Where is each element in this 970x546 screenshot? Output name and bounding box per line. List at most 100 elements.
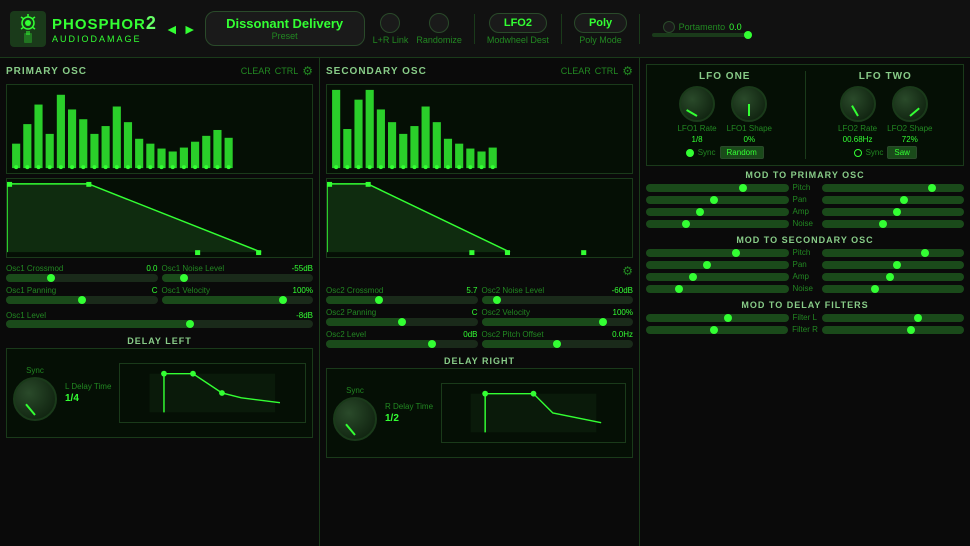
- lfo-two-knobs: LFO2 Rate 00.68Hz LFO2 Shape 72%: [814, 86, 958, 144]
- mod-primary-pan-left-slider[interactable]: [646, 196, 789, 204]
- primary-sliders: Osc1 Crossmod 0.0 Osc1 Noise Level -55dB: [6, 264, 313, 304]
- osc1-noise-thumb: [180, 274, 188, 282]
- mod-primary-title: MOD TO PRIMARY OSC: [646, 170, 964, 180]
- osc1-level-thumb: [186, 320, 194, 328]
- primary-clear-button[interactable]: CLEAR: [241, 66, 271, 76]
- lr-link-button[interactable]: [380, 13, 400, 33]
- secondary-settings-row: ⚙: [326, 264, 633, 278]
- mod-primary-noise-left-slider[interactable]: [646, 220, 789, 228]
- delay-left-svg: [120, 364, 305, 422]
- secondary-osc-svg: [327, 85, 632, 173]
- delay-right-sync-label: Sync: [346, 386, 364, 395]
- mod-secondary-pan-left-slider[interactable]: [646, 261, 789, 269]
- lfo1-sync-dot[interactable]: [686, 149, 694, 157]
- lfo2-shape-indicator: [909, 108, 919, 117]
- lfo2-shape-value: 72%: [902, 135, 918, 144]
- lr-link-control: L+R Link: [373, 13, 409, 45]
- delay-left-time-value: 1/4: [65, 393, 111, 404]
- lfo-one-knobs: LFO1 Rate 1/8 LFO1 Shape 0%: [653, 86, 797, 144]
- lfo2-rate-knob[interactable]: [840, 86, 876, 122]
- mod-primary-pan-row: Pan: [646, 195, 964, 204]
- delay-left-display: Sync L Delay Time 1/4: [6, 348, 313, 438]
- osc1-velocity-thumb: [279, 296, 287, 304]
- version-label: 2: [146, 13, 157, 33]
- lfo2-shape-knob[interactable]: [892, 86, 928, 122]
- secondary-sliders: Osc2 Crossmod 5.7 Osc2 Noise Level -60dB: [326, 286, 633, 348]
- osc1-panning-slider[interactable]: [6, 296, 158, 304]
- portamento-slider[interactable]: [652, 33, 752, 37]
- osc2-noise-slider[interactable]: [482, 296, 634, 304]
- lfo1-shape-value: 0%: [744, 135, 756, 144]
- mod-secondary-title: MOD TO SECONDARY OSC: [646, 235, 964, 245]
- osc2-pitch-offset-slider[interactable]: [482, 340, 634, 348]
- randomize-control: Randomize: [416, 13, 462, 45]
- mod-delay-filterr-left-slider[interactable]: [646, 326, 788, 334]
- lfo1-shape-group: LFO1 Shape 0%: [727, 86, 772, 144]
- secondary-settings-icon-2[interactable]: ⚙: [622, 264, 633, 278]
- mod-delay-filterl-row: Filter L: [646, 313, 964, 322]
- lfo2-shape-label: LFO2 Shape: [887, 124, 932, 133]
- randomize-button[interactable]: [429, 13, 449, 33]
- mod-primary-amp-right-slider[interactable]: [822, 208, 965, 216]
- mod-primary-pitch-left-slider[interactable]: [646, 184, 789, 192]
- osc1-level-label: Osc1 Level -8dB: [6, 311, 313, 320]
- mod-delay-section: MOD TO DELAY FILTERS Filter L Filter R: [646, 300, 964, 337]
- osc1-velocity-label: Osc1 Velocity 100%: [162, 286, 314, 295]
- separator-3: [639, 14, 640, 44]
- secondary-clear-button[interactable]: CLEAR: [561, 66, 591, 76]
- delay-right-knob[interactable]: [333, 397, 377, 441]
- delay-right-title: DELAY RIGHT: [326, 356, 633, 366]
- mod-secondary-pan-right-slider[interactable]: [822, 261, 965, 269]
- osc2-panning-slider[interactable]: [326, 318, 478, 326]
- lfo-two-group: LFO TWO LFO2 Rate 00.68Hz LFO2 Shape: [814, 71, 958, 159]
- mod-primary-amp-row: Amp: [646, 207, 964, 216]
- mod-primary-pan-right-slider[interactable]: [822, 196, 965, 204]
- secondary-settings-icon[interactable]: ⚙: [622, 64, 633, 78]
- portamento-toggle[interactable]: [663, 21, 675, 33]
- osc2-level-slider[interactable]: [326, 340, 478, 348]
- main-content: PRIMARY OSC CLEAR CTRL ⚙: [0, 58, 970, 546]
- nav-prev-button[interactable]: ◄: [165, 21, 179, 37]
- mod-secondary-amp-right-slider[interactable]: [822, 273, 965, 281]
- mod-primary-section: MOD TO PRIMARY OSC Pitch Pan: [646, 170, 964, 231]
- delay-right-graph: [441, 383, 626, 443]
- lfo2-dest-box[interactable]: LFO2: [489, 13, 547, 33]
- mod-primary-amp-left-slider[interactable]: [646, 208, 789, 216]
- mod-secondary-noise-left-slider[interactable]: [646, 285, 789, 293]
- lfo1-shape-knob[interactable]: [731, 86, 767, 122]
- mod-secondary-pitch-left-slider[interactable]: [646, 249, 789, 257]
- mod-delay-filterr-right-slider[interactable]: [822, 326, 964, 334]
- osc2-crossmod-slider[interactable]: [326, 296, 478, 304]
- osc1-noise-slider[interactable]: [162, 274, 314, 282]
- secondary-ctrl-button[interactable]: CTRL: [595, 66, 619, 76]
- lfo1-rate-knob[interactable]: [679, 86, 715, 122]
- lfo2-wave-button[interactable]: Saw: [887, 146, 917, 159]
- preset-box[interactable]: Dissonant Delivery Preset: [205, 11, 365, 46]
- delay-left-knob[interactable]: [13, 377, 57, 421]
- mod-delay-filterl-right-slider[interactable]: [822, 314, 965, 322]
- lfo2-rate-label: LFO2 Rate: [838, 124, 877, 133]
- osc2-velocity-slider[interactable]: [482, 318, 634, 326]
- osc1-velocity-slider[interactable]: [162, 296, 314, 304]
- mod-secondary-noise-right-slider[interactable]: [822, 285, 965, 293]
- lfo2-dest-value: LFO2: [504, 17, 532, 29]
- osc1-level-slider[interactable]: [6, 320, 313, 328]
- mod-delay-filterl-left-slider[interactable]: [646, 314, 789, 322]
- mod-secondary-amp-left-slider[interactable]: [646, 273, 789, 281]
- nav-next-button[interactable]: ►: [183, 21, 197, 37]
- lfo1-shape-indicator: [748, 104, 750, 116]
- primary-ctrl-button[interactable]: CTRL: [275, 66, 299, 76]
- primary-settings-icon[interactable]: ⚙: [302, 64, 313, 78]
- mod-primary-rows: Pitch Pan: [646, 183, 964, 228]
- poly-mode-box[interactable]: Poly: [574, 13, 627, 33]
- mod-primary-pitch-right-slider[interactable]: [822, 184, 965, 192]
- osc1-noise-label: Osc1 Noise Level -55dB: [162, 264, 314, 273]
- lfo2-rate-group: LFO2 Rate 00.68Hz: [838, 86, 877, 144]
- osc1-crossmod-slider[interactable]: [6, 274, 158, 282]
- lfo2-sync-dot[interactable]: [854, 149, 862, 157]
- mod-primary-noise-right-slider[interactable]: [822, 220, 965, 228]
- osc1-crossmod-thumb: [47, 274, 55, 282]
- mod-secondary-pitch-right-slider[interactable]: [822, 249, 965, 257]
- lfo1-wave-button[interactable]: Random: [720, 146, 764, 159]
- lfo2-rate-value: 00.68Hz: [843, 135, 873, 144]
